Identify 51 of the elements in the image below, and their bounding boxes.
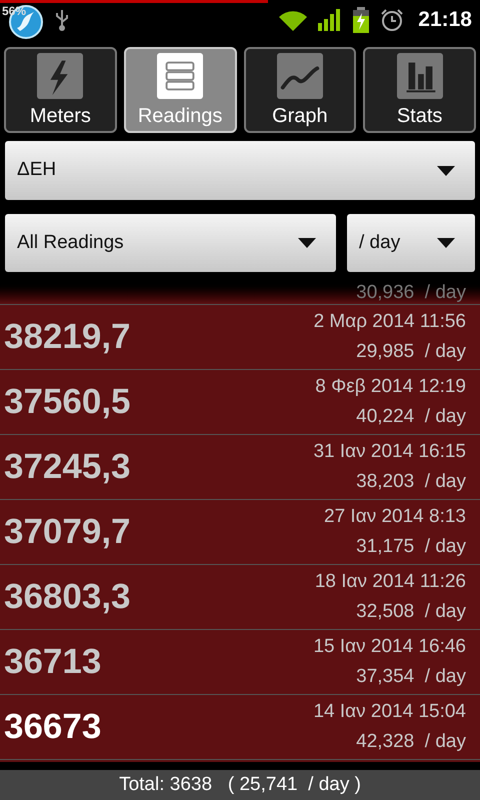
filter-dropdown[interactable]: All Readings [5,214,336,272]
reading-date: 31 Ιαν 2014 16:15 [313,440,466,464]
usb-icon [54,8,70,32]
total-summary: Total: 3638 ( 25,741 / day ) [119,772,361,797]
reading-value: 38219,7 [4,316,131,358]
reading-value: 37245,3 [4,446,131,488]
per-day-rate: 32,508 / day [356,600,466,624]
bar-chart-icon [396,53,443,99]
reading-date: 14 Ιαν 2014 15:04 [313,700,466,724]
reading-row[interactable]: 37560,5 8 Φεβ 2014 12:19 40,224 / day [0,370,480,435]
clock-time: 21:18 [418,7,472,34]
per-day-rate: 38,203 / day [356,470,466,494]
alarm-icon [380,8,404,32]
per-day-rate: 40,224 / day [356,405,466,429]
per-day-rate: 30,936 / day [356,282,466,304]
reading-date: 2 Μαρ 2014 11:56 [314,310,466,334]
per-day-rate: 37,354 / day [356,665,466,689]
reading-row[interactable]: 36713 15 Ιαν 2014 16:46 37,354 / day [0,630,480,695]
wifi-icon [278,9,308,31]
reading-value: 36713 [4,640,102,683]
per-day-rate: 29,985 / day [356,340,466,364]
tab[interactable]: Graph [244,47,356,133]
reading-value: 36673 [4,706,102,748]
lightning-icon [37,53,84,99]
reading-value: 37560,5 [4,380,131,423]
reading-value: 37079,7 [4,510,131,553]
reading-row[interactable]: 37245,3 31 Ιαν 2014 16:15 38,203 / day [0,435,480,500]
per-day-rate: 42,328 / day [356,730,466,754]
progress-label: 56% [2,5,26,17]
dropdown-arrow-icon [437,166,455,176]
reading-date: 8 Φεβ 2014 12:19 [315,375,466,399]
tab[interactable]: Stats [363,47,476,133]
reading-row[interactable]: 38219,7 2 Μαρ 2014 11:56 29,985 / day [0,305,480,370]
unit-dropdown[interactable]: / day [347,214,475,272]
meter-dropdown[interactable]: ΔΕΗ [5,141,475,200]
reading-date: 15 Ιαν 2014 16:46 [313,635,466,659]
line-chart-icon [276,53,323,99]
reading-row[interactable]: 37079,7 27 Ιαν 2014 8:13 31,175 / day [0,500,480,565]
tab[interactable]: Meters [4,47,117,133]
reading-row[interactable]: 36673 14 Ιαν 2014 15:04 42,328 / day [0,695,480,760]
reading-value: 36803,3 [4,576,131,618]
reading-date: 27 Ιαν 2014 8:13 [324,505,466,529]
reading-date: 18 Ιαν 2014 11:26 [314,570,466,594]
dropdown-arrow-icon [298,238,316,248]
dropdown-arrow-icon [437,238,455,248]
tab[interactable]: Readings [124,47,236,133]
battery-charging-icon [352,7,370,33]
reading-row[interactable]: 36803,3 18 Ιαν 2014 11:26 32,508 / day [0,565,480,630]
list-icon [157,53,204,99]
signal-icon [318,9,342,31]
per-day-rate: 31,175 / day [356,535,466,559]
